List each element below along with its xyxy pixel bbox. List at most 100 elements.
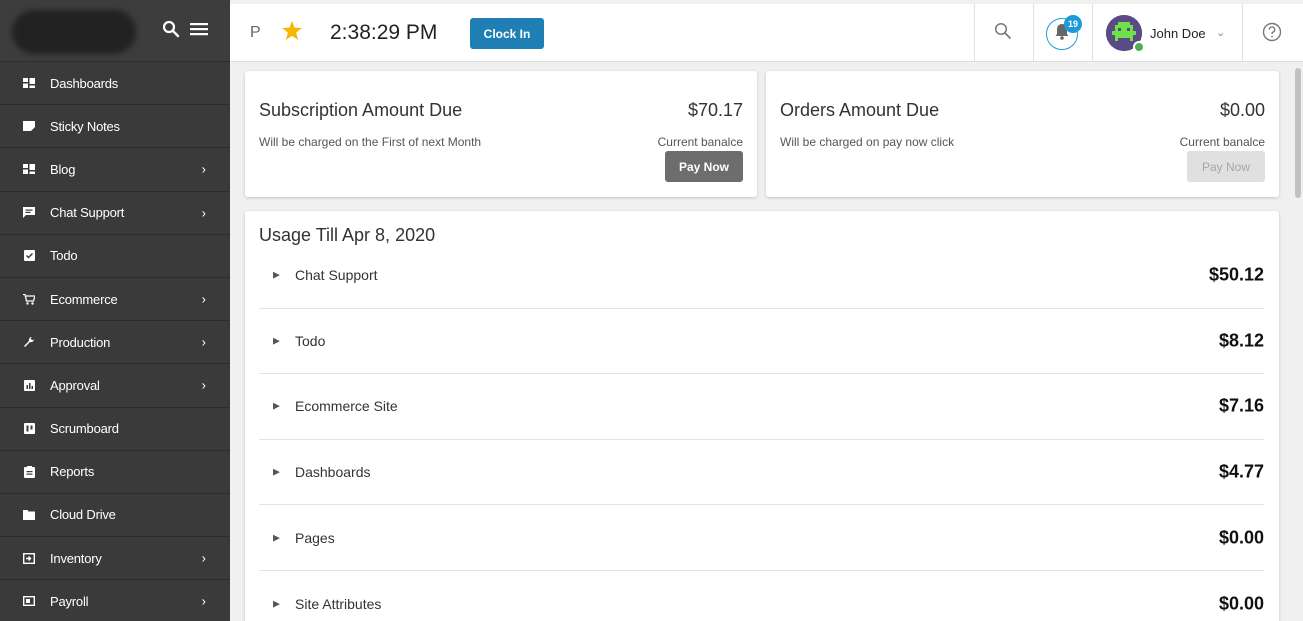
sidebar-item-label: Scrumboard — [50, 421, 119, 437]
usage-label: Site Attributes — [295, 595, 382, 612]
sidebar-item-label: Reports — [50, 464, 95, 480]
sidebar-item-approval[interactable]: Approval › — [0, 364, 230, 408]
sidebar-item-ecommerce[interactable]: Ecommerce › — [0, 278, 230, 322]
caret-right-icon: ▶ — [273, 400, 280, 411]
usage-label: Dashboards — [295, 464, 371, 481]
help-icon[interactable] — [1262, 22, 1282, 47]
usage-label: Chat Support — [295, 267, 378, 284]
sidebar-header — [0, 0, 230, 62]
chevron-right-icon: › — [201, 377, 206, 393]
sidebar-item-payroll[interactable]: Payroll › — [0, 580, 230, 621]
usage-row-chat-support[interactable]: ▶ Chat Support $50.12 — [259, 243, 1264, 309]
chevron-right-icon: › — [201, 334, 206, 350]
clock-in-button[interactable]: Clock In — [470, 18, 544, 49]
usage-row-pages[interactable]: ▶ Pages $0.00 — [259, 505, 1264, 571]
sidebar-item-label: Chat Support — [50, 205, 125, 221]
top-bar: P 2:38:29 PM Clock In 19 John Doe ⌄ — [230, 4, 1303, 62]
usage-amount: $7.16 — [1218, 395, 1264, 416]
card-subtitle: Will be charged on pay now click — [780, 135, 955, 149]
sidebar-item-sticky-notes[interactable]: Sticky Notes — [0, 105, 230, 149]
folder-icon — [22, 508, 36, 522]
chart-icon — [22, 378, 36, 392]
sidebar-item-label: Todo — [50, 248, 78, 264]
sidebar-item-label: Ecommerce — [50, 291, 118, 307]
usage-amount: $0.00 — [1218, 593, 1264, 614]
chevron-right-icon: › — [201, 593, 206, 609]
caret-right-icon: ▶ — [273, 335, 280, 346]
card-subtitle: Will be charged on the First of next Mon… — [259, 135, 482, 149]
usage-amount: $0.00 — [1218, 527, 1264, 548]
clock-time: 2:38:29 PM — [330, 21, 438, 44]
sidebar: Dashboards Sticky Notes Blog › Chat Supp… — [0, 0, 230, 621]
pay-now-button[interactable]: Pay Now — [665, 151, 743, 182]
chevron-down-icon[interactable]: ⌄ — [1216, 26, 1225, 39]
online-status-icon — [1133, 41, 1145, 53]
usage-row-site-attributes[interactable]: ▶ Site Attributes $0.00 — [259, 571, 1264, 621]
sidebar-item-reports[interactable]: Reports — [0, 451, 230, 494]
orders-card: Orders Amount Due $0.00 Will be charged … — [766, 71, 1279, 197]
chat-icon — [22, 206, 36, 220]
caret-right-icon: ▶ — [273, 532, 280, 543]
usage-row-todo[interactable]: ▶ Todo $8.12 — [259, 309, 1264, 375]
search-icon[interactable] — [162, 20, 180, 43]
usage-label: Todo — [295, 332, 326, 349]
chevron-right-icon: › — [201, 550, 206, 566]
chevron-right-icon: › — [201, 161, 206, 177]
payroll-icon — [22, 594, 36, 608]
usage-row-dashboards[interactable]: ▶ Dashboards $4.77 — [259, 440, 1264, 506]
caret-right-icon: ▶ — [273, 269, 280, 280]
card-amount: $70.17 — [687, 100, 743, 120]
scrollbar-thumb[interactable] — [1295, 68, 1301, 198]
inventory-icon — [22, 551, 36, 565]
menu-icon[interactable] — [190, 21, 208, 42]
search-icon[interactable] — [994, 22, 1012, 45]
sidebar-item-inventory[interactable]: Inventory › — [0, 537, 230, 581]
chevron-right-icon: › — [201, 205, 206, 221]
sidebar-item-label: Blog — [50, 161, 76, 177]
sidebar-item-label: Dashboards — [50, 75, 119, 91]
star-icon[interactable] — [282, 21, 302, 45]
chevron-right-icon: › — [201, 291, 206, 307]
card-amount: $0.00 — [1219, 100, 1265, 120]
current-balance-label: Current banalce — [657, 135, 743, 149]
sidebar-item-label: Sticky Notes — [50, 118, 120, 134]
usage-label: Ecommerce Site — [295, 398, 398, 415]
sidebar-item-todo[interactable]: Todo — [0, 235, 230, 278]
notification-count-badge: 19 — [1064, 15, 1082, 33]
divider — [1092, 4, 1093, 62]
sidebar-item-chat-support[interactable]: Chat Support › — [0, 192, 230, 235]
blog-icon — [22, 162, 36, 176]
usage-card: Usage Till Apr 8, 2020 ▶ Chat Support $5… — [245, 211, 1279, 621]
sidebar-item-scrumboard[interactable]: Scrumboard — [0, 408, 230, 451]
logo — [12, 10, 136, 54]
user-name[interactable]: John Doe — [1150, 26, 1206, 41]
sidebar-item-blog[interactable]: Blog › — [0, 148, 230, 192]
current-balance-label: Current banalce — [1179, 135, 1265, 149]
caret-right-icon: ▶ — [273, 598, 280, 609]
sticky-note-icon — [22, 119, 36, 133]
usage-label: Pages — [295, 529, 335, 546]
sidebar-item-production[interactable]: Production › — [0, 321, 230, 365]
sidebar-item-label: Approval — [50, 377, 100, 393]
divider — [1033, 4, 1034, 62]
caret-right-icon: ▶ — [273, 466, 280, 477]
card-title: Orders Amount Due — [780, 100, 940, 120]
sidebar-item-cloud-drive[interactable]: Cloud Drive — [0, 494, 230, 538]
dashboard-icon — [22, 76, 36, 90]
p-label[interactable]: P — [250, 24, 261, 42]
divider — [1242, 4, 1243, 62]
wrench-icon — [22, 335, 36, 349]
sidebar-item-dashboards[interactable]: Dashboards — [0, 62, 230, 106]
sidebar-item-label: Payroll — [50, 593, 89, 609]
usage-row-ecommerce-site[interactable]: ▶ Ecommerce Site $7.16 — [259, 374, 1264, 440]
sidebar-item-label: Production — [50, 334, 111, 350]
usage-amount: $50.12 — [1208, 264, 1264, 285]
sidebar-item-label: Inventory — [50, 550, 102, 566]
pay-now-button-disabled[interactable]: Pay Now — [1187, 151, 1265, 182]
checkbox-icon — [22, 249, 36, 263]
cart-icon — [22, 292, 36, 306]
usage-amount: $8.12 — [1218, 330, 1264, 351]
card-title: Subscription Amount Due — [259, 100, 463, 120]
sidebar-item-label: Cloud Drive — [50, 507, 116, 523]
usage-amount: $4.77 — [1218, 461, 1264, 482]
